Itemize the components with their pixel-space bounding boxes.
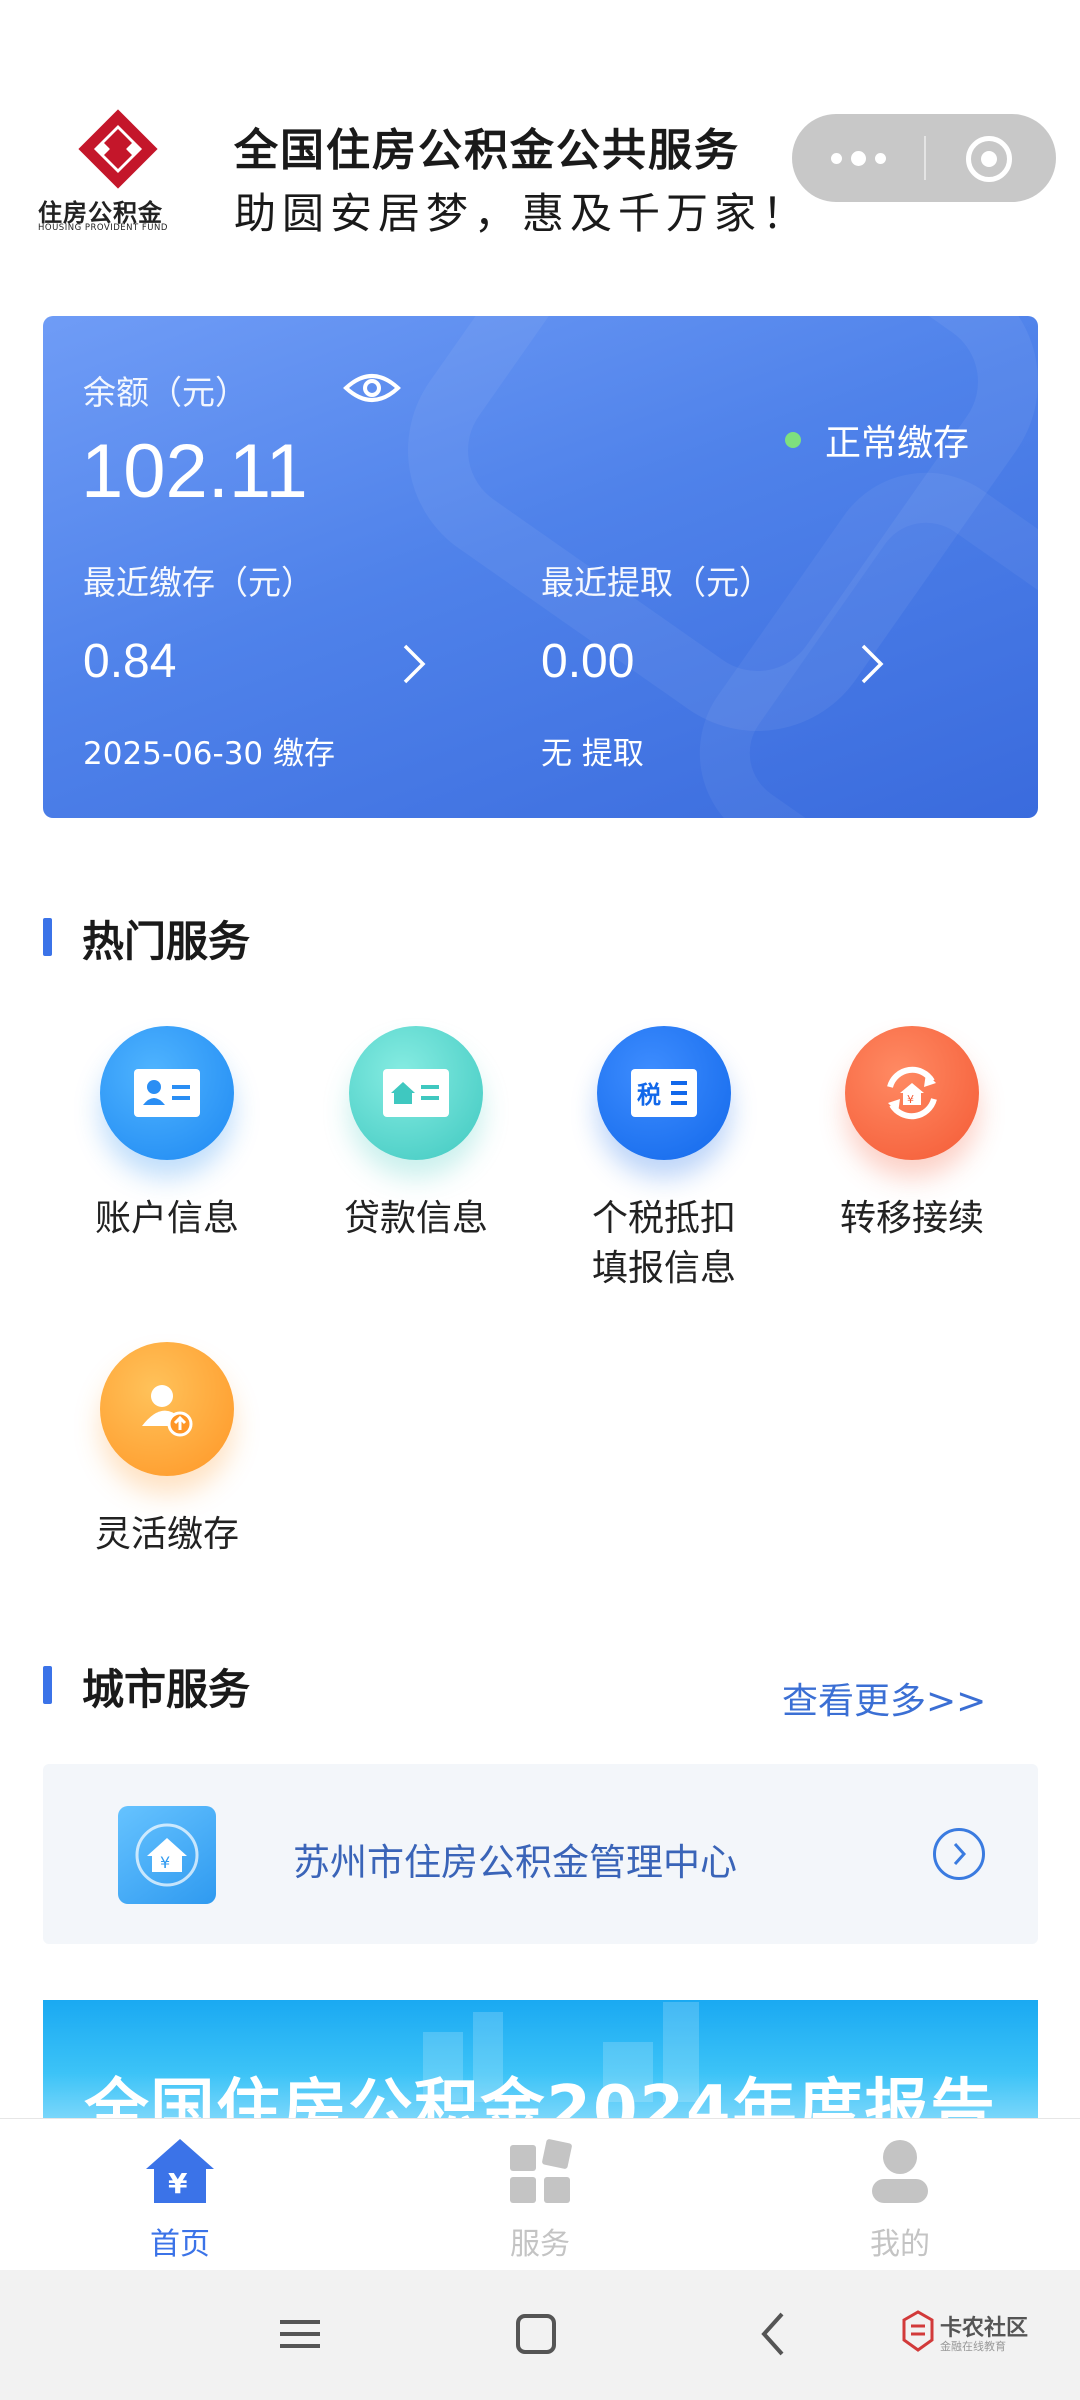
balance-label: 余额（元） [83,373,248,412]
housing-fund-center-icon: ¥ [118,1806,216,1904]
status-dot-icon [785,432,801,448]
slogan: 助圆安居梦，惠及千万家！ [234,189,811,238]
capsule-divider [924,136,926,180]
service-flexible-deposit[interactable]: 灵活缴存 [67,1342,267,1560]
dot-icon [850,150,866,166]
watermark-logo-icon [902,2310,934,2352]
service-account-info[interactable]: 账户信息 [67,1026,267,1244]
dot-icon [830,152,842,164]
tab-services-label: 服务 [510,2227,570,2262]
recent-withdraw-label: 最近提取（元） [541,563,772,602]
more-menu-button[interactable] [792,114,924,202]
transfer-icon: ¥ [845,1026,979,1160]
city-service-name: 苏州市住房公积金管理中心 [293,1841,737,1884]
svg-text:¥: ¥ [160,1853,170,1872]
city-service-item[interactable]: ¥ 苏州市住房公积金管理中心 [43,1764,1038,1944]
chevron-right-circle-icon[interactable] [933,1828,985,1880]
balance-card: 余额（元） 102.11 正常缴存 最近缴存（元） 0.84 2025-06-3… [43,316,1038,818]
service-label-line2: 填报信息 [591,1248,736,1289]
svg-text:¥: ¥ [168,2167,188,2200]
section-marker [43,918,52,956]
recent-deposit-label: 最近缴存（元） [83,563,314,602]
recent-withdraw-note: 无 提取 [541,736,644,772]
bottom-tab-bar: ¥ 首页 服务 我的 [0,2118,1080,2270]
service-label: 贷款信息 [343,1198,488,1239]
close-mini-program-button[interactable] [966,136,1012,182]
service-label: 账户信息 [94,1198,239,1239]
chevron-right-icon[interactable] [857,642,887,686]
mini-program-capsule [792,114,1056,202]
recent-deposit-value[interactable]: 0.84 [83,634,176,689]
tab-home[interactable]: ¥ 首页 [80,2135,280,2263]
hot-services-title: 热门服务 [82,917,251,966]
tax-icon: 税 [597,1026,731,1160]
back-icon[interactable] [752,2310,796,2358]
flexible-deposit-icon [100,1342,234,1476]
services-grid-icon [510,2139,572,2203]
tab-mine-label: 我的 [870,2227,930,2262]
tab-services[interactable]: 服务 [440,2135,640,2263]
page-title: 全国住房公积金公共服务 [234,125,740,176]
service-label-line1: 个税抵扣 [591,1198,736,1239]
recent-withdraw-value[interactable]: 0.00 [541,634,634,689]
logo-text-en: HOUSING PROVIDENT FUND [38,223,168,233]
recent-deposit-date: 2025-06-30 缴存 [83,736,336,772]
city-services-title: 城市服务 [82,1665,251,1714]
logo-emblem-icon [78,109,158,189]
annual-report-banner[interactable]: 全国住房公积金2024年度报告 [43,2000,1038,2122]
menu-icon[interactable] [278,2310,322,2358]
view-more-link[interactable]: 查看更多>> [782,1672,986,1724]
service-transfer[interactable]: ¥ 转移接续 [812,1026,1012,1244]
service-label: 转移接续 [839,1198,984,1239]
balance-value: 102.11 [81,429,308,514]
svg-text:税: 税 [637,1081,661,1109]
dot-icon [874,152,886,164]
header: 住房公积金 HOUSING PROVIDENT FUND 全国住房公积金公共服务… [0,0,1080,280]
home-square-icon[interactable] [514,2310,558,2358]
user-icon [872,2140,928,2203]
account-status: 正常缴存 [825,423,970,464]
service-loan-info[interactable]: 贷款信息 [316,1026,516,1244]
housing-fund-logo: 住房公积金 HOUSING PROVIDENT FUND [38,105,198,235]
eye-icon[interactable] [343,370,401,406]
id-card-icon [100,1026,234,1160]
svg-text:¥: ¥ [907,1093,914,1106]
section-marker [43,1666,52,1704]
system-navigation-bar: 卡农社区 金融在线教育 [0,2270,1080,2400]
service-tax-deduction[interactable]: 税 个税抵扣 填报信息 [564,1026,764,1294]
house-card-icon [349,1026,483,1160]
watermark: 卡农社区 金融在线教育 [900,2310,1060,2360]
banner-title: 全国住房公积金2024年度报告 [84,2073,997,2122]
service-label: 灵活缴存 [94,1514,239,1555]
home-icon: ¥ [146,2139,214,2203]
tab-mine[interactable]: 我的 [800,2135,1000,2263]
tab-home-label: 首页 [150,2227,210,2262]
watermark-subtitle: 金融在线教育 [940,2340,1006,2353]
chevron-right-icon[interactable] [399,642,429,686]
